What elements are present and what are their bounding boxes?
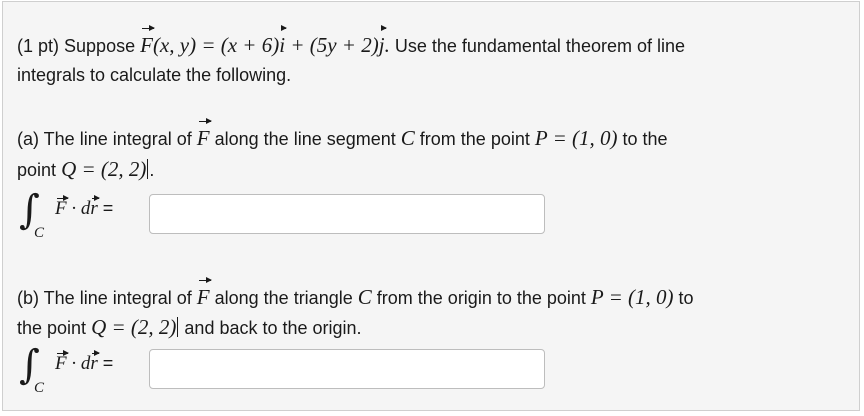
part-a-text: from the point [419,129,530,149]
integral-subscript: C [34,380,45,396]
points-label: (1 pt) [17,36,60,56]
part-b-text: along the triangle [214,288,353,308]
integral-expression: F · dr = [55,350,114,375]
intro-text: Use the fundamental theorem of line [394,36,685,56]
integral-expression: F · dr = [55,195,114,220]
part-b-text: the point [17,318,87,338]
field-vector-symbol: F [140,25,155,62]
integral-dot: · d [66,198,91,219]
part-a-text: to the [622,129,668,149]
field-vector-symbol: F [55,195,69,219]
part-a-integral: ∫ C F · dr = [19,187,144,243]
j-unit-vector: j [379,25,387,62]
integral-dot: · d [66,353,91,374]
part-b-text: from the origin to the point [376,288,586,308]
answer-input-a[interactable] [149,194,545,234]
point-p: P = (1, 0) [534,126,618,150]
field-vector-symbol: F [197,277,212,314]
field-formula-part: + (5y + 2) [285,33,379,57]
part-b-integral: ∫ C F · dr = [19,342,144,398]
curve-symbol: C [357,285,372,309]
field-formula-end: . [384,33,390,57]
i-unit-vector: i [279,25,287,62]
point-p: P = (1, 0) [590,285,674,309]
part-a-line-1: (a) The line integral of F along the lin… [17,118,845,156]
point-q: Q = (2, 2) [91,315,177,339]
curve-symbol: C [400,126,415,150]
part-b-text: and back to the origin. [184,318,362,338]
problem-statement-line-2: integrals to calculate the following. [17,58,845,92]
integral-subscript: C [34,225,45,241]
text-cursor [177,317,179,337]
point-q: Q = (2, 2) [61,157,147,181]
equals-sign: = [97,198,114,218]
part-b-label: (b) The line integral of [17,288,192,308]
part-b-line-2: the point Q = (2, 2) and back to the ori… [17,310,845,345]
field-vector-symbol: F [197,118,212,155]
intro-text: integrals to calculate the following. [17,65,292,85]
r-vector-symbol: r [90,195,101,219]
answer-input-b[interactable] [149,349,545,389]
part-a-line-2: point Q = (2, 2). [17,152,845,187]
part-a-text: point [17,160,57,180]
intro-text: Suppose [64,36,136,56]
part-a-label: (a) The line integral of [17,129,192,149]
part-b-text: to [678,288,694,308]
part-a-text: along the line segment [214,129,396,149]
vector-field-formula: F(x, y) = (x + 6)i + (5y + 2)j. [140,25,390,57]
r-vector-symbol: r [90,350,101,374]
field-formula-part: (x, y) = (x + 6) [152,33,280,57]
problem-panel: (1 pt) Suppose F(x, y) = (x + 6)i + (5y … [2,1,860,411]
equals-sign: = [97,353,114,373]
part-a-text: . [149,160,155,180]
field-vector-symbol: F [55,350,69,374]
